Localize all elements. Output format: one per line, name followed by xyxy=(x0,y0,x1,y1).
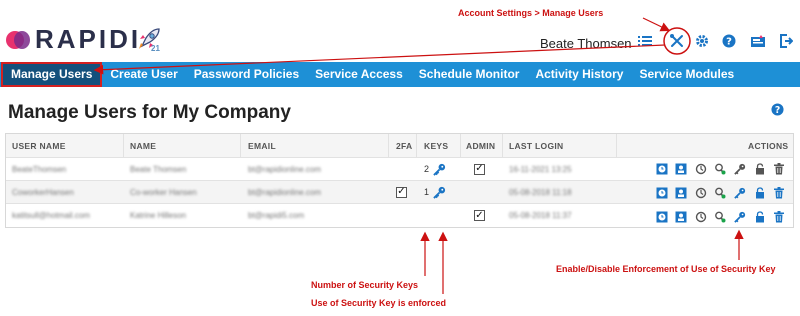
row-last-login: 16-11-2021 13:25 xyxy=(509,164,572,174)
row-name: Katrine Hilleson xyxy=(130,211,187,220)
schedule-icon[interactable] xyxy=(655,162,668,175)
annotation-number-of-keys: Number of Security Keys xyxy=(311,280,419,290)
permissions-icon[interactable] xyxy=(713,210,726,223)
logout-icon[interactable] xyxy=(777,32,795,50)
tab-schedule-monitor[interactable]: Schedule Monitor xyxy=(411,62,528,87)
current-user-name: Beate Thomsen xyxy=(540,36,632,51)
col-user-name[interactable]: USER NAME xyxy=(12,134,66,157)
row-name: Beate Thomsen xyxy=(130,164,187,174)
reset-password-icon[interactable] xyxy=(694,162,707,175)
user-card-icon[interactable] xyxy=(674,186,687,199)
security-key-icon[interactable] xyxy=(433,163,446,176)
user-card-icon[interactable] xyxy=(674,162,687,175)
row-keys: 1 xyxy=(424,181,446,203)
row-user-name: CoworkerHansen xyxy=(12,187,74,197)
svg-text:?: ? xyxy=(726,37,732,48)
main-nav: Manage Users Create User Password Polici… xyxy=(0,62,800,87)
row-email: bt@rapidi5.com xyxy=(248,211,305,220)
lock-icon[interactable] xyxy=(753,210,766,223)
app-header: RAPIDI 21 Beate Thomsen ? xyxy=(0,0,800,62)
col-keys[interactable]: KEYS xyxy=(424,134,448,157)
key-count: 1 xyxy=(424,187,430,197)
col-actions: ACTIONS xyxy=(748,140,789,151)
col-name[interactable]: NAME xyxy=(130,134,156,157)
tab-password-policies[interactable]: Password Policies xyxy=(186,62,307,87)
table-header: USER NAME NAME EMAIL 2FA KEYS ADMIN LAST… xyxy=(6,134,793,158)
row-keys: 2 xyxy=(424,158,446,180)
col-admin[interactable]: ADMIN xyxy=(466,134,495,157)
page-help-icon[interactable]: ? xyxy=(771,101,784,120)
row-user-name: BeateThomsen xyxy=(12,164,67,174)
key-enforcement-icon[interactable] xyxy=(733,210,746,223)
version-number: 21 xyxy=(151,44,160,53)
col-last-login[interactable]: LAST LOGIN xyxy=(509,134,563,157)
help-icon[interactable]: ? xyxy=(720,32,738,50)
tab-create-user[interactable]: Create User xyxy=(102,62,185,87)
key-enforcement-icon[interactable] xyxy=(733,186,746,199)
logo-mark-icon xyxy=(6,29,32,51)
list-icon[interactable] xyxy=(636,32,654,50)
schedule-icon[interactable] xyxy=(655,186,668,199)
col-email[interactable]: EMAIL xyxy=(248,134,276,157)
permissions-icon[interactable] xyxy=(713,162,726,175)
row-user-name: katitsull@hotmail.com xyxy=(12,211,90,220)
tab-service-modules[interactable]: Service Modules xyxy=(631,62,742,87)
admin-checkbox[interactable]: ✓ xyxy=(474,210,485,221)
admin-checkbox[interactable]: ✓ xyxy=(474,163,485,175)
row-email: bt@rapidionline.com xyxy=(248,187,322,197)
reset-password-icon[interactable] xyxy=(694,210,707,223)
annotation-key-enforced: Use of Security Key is enforced xyxy=(311,298,447,308)
key-count: 2 xyxy=(424,164,430,174)
row-admin: ✓ xyxy=(474,158,485,180)
rapidi-logo[interactable]: RAPIDI xyxy=(6,24,141,55)
annotation-account-settings: Account Settings > Manage Users xyxy=(458,8,604,18)
lock-icon[interactable] xyxy=(753,162,766,175)
page-title: Manage Users for My Company xyxy=(8,102,291,123)
delete-icon[interactable] xyxy=(772,186,785,199)
tab-manage-users[interactable]: Manage Users xyxy=(1,62,103,87)
row-admin: ✓ xyxy=(474,204,485,227)
security-key-icon[interactable] xyxy=(433,186,446,199)
lock-icon[interactable] xyxy=(753,186,766,199)
two-fa-checkbox[interactable]: ✓ xyxy=(396,186,407,198)
tab-activity-history[interactable]: Activity History xyxy=(527,62,631,87)
permissions-icon[interactable] xyxy=(713,186,726,199)
tab-service-access[interactable]: Service Access xyxy=(307,62,411,87)
brand-name: RAPIDI xyxy=(35,24,142,54)
delete-icon[interactable] xyxy=(772,162,785,175)
annotation-enable-disable: Enable/Disable Enforcement of Use of Sec… xyxy=(556,264,776,274)
col-2fa[interactable]: 2FA xyxy=(396,134,413,157)
svg-text:?: ? xyxy=(775,105,780,116)
row-last-login: 05-08-2018 11:37 xyxy=(509,211,572,220)
row-name: Co-worker Hansen xyxy=(130,187,197,197)
news-icon[interactable] xyxy=(749,32,767,50)
gear-icon[interactable] xyxy=(693,32,711,50)
user-card-icon[interactable] xyxy=(674,210,687,223)
delete-icon[interactable] xyxy=(772,210,785,223)
account-settings-icon[interactable] xyxy=(668,32,686,50)
row-email: bt@rapidionline.com xyxy=(248,164,322,174)
row-last-login: 05-08-2018 11:18 xyxy=(509,187,572,197)
row-2fa: ✓ xyxy=(396,181,407,203)
key-enforcement-icon[interactable] xyxy=(733,162,746,175)
schedule-icon[interactable] xyxy=(655,210,668,223)
reset-password-icon[interactable] xyxy=(694,186,707,199)
